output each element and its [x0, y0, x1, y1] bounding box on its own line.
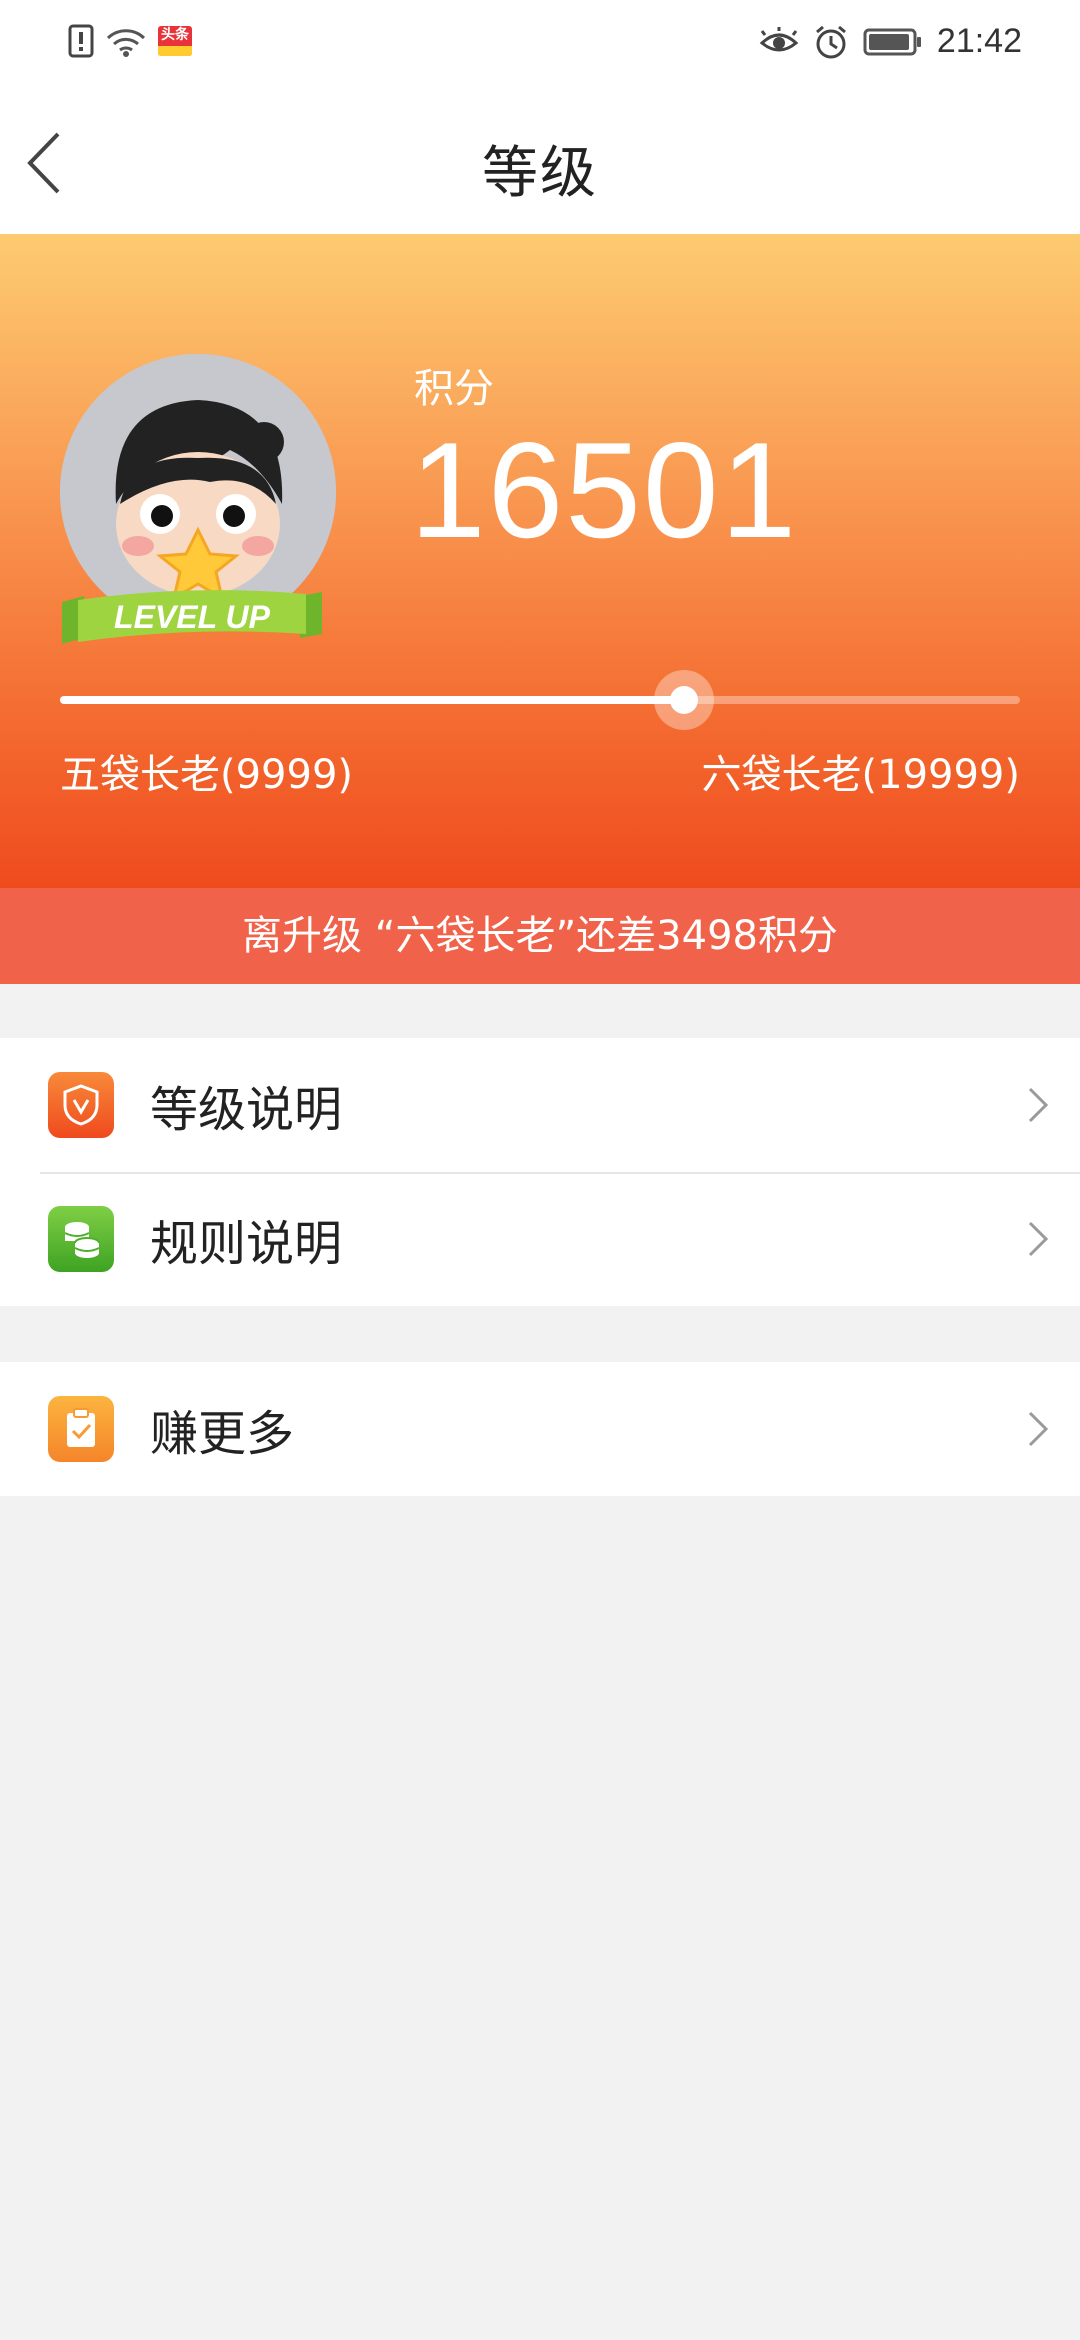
app-bar: 等级 — [0, 92, 1080, 234]
toutiao-app-icon: 头条 — [158, 26, 192, 56]
chevron-right-icon — [1028, 1411, 1049, 1447]
menu-item-label: 赚更多 — [150, 1406, 295, 1462]
menu-item-rules-explanation[interactable]: 规则说明 — [0, 1172, 1080, 1306]
level-progress-bar — [60, 670, 1020, 730]
page-title: 等级 — [482, 141, 598, 206]
points-value: 16501 — [410, 414, 799, 566]
wifi-icon — [106, 29, 146, 57]
progress-knob — [654, 670, 715, 730]
level-up-ribbon: LEVEL UP — [62, 590, 322, 644]
status-right-icons: 21:42 — [759, 22, 1022, 61]
next-level-label: 六袋长老(19999) — [701, 752, 1020, 798]
menu-item-level-explanation[interactable]: 等级说明 — [0, 1038, 1080, 1172]
coins-icon — [48, 1206, 114, 1272]
menu-group-info: 等级说明 规则说明 — [0, 1038, 1080, 1306]
status-left-icons: 头条 — [68, 24, 192, 58]
alert-icon — [68, 24, 94, 58]
upgrade-message: 离升级 “六袋长老”还差3498积分 — [0, 888, 1080, 984]
toutiao-badge-text: 头条 — [161, 27, 189, 43]
status-bar: 头条 21:42 — [0, 0, 1080, 92]
menu-group-earn: 赚更多 — [0, 1362, 1080, 1496]
shield-v-icon — [48, 1072, 114, 1138]
current-level-label: 五袋长老(9999) — [60, 752, 354, 798]
level-up-text: LEVEL UP — [114, 599, 271, 635]
alarm-icon — [815, 25, 846, 58]
eye-icon — [759, 26, 799, 51]
menu-item-label: 等级说明 — [150, 1082, 343, 1138]
menu-item-earn-more[interactable]: 赚更多 — [0, 1362, 1080, 1496]
menu-item-label: 规则说明 — [150, 1216, 343, 1272]
points-label: 积分 — [414, 366, 494, 412]
progress-fill — [60, 696, 685, 704]
status-time: 21:42 — [936, 22, 1022, 60]
battery-icon — [863, 28, 921, 55]
clipboard-check-icon — [48, 1396, 114, 1462]
level-hero: LEVEL UP 积分 16501 五袋长老(9999) 六袋长老(19999) — [0, 234, 1080, 888]
chevron-right-icon — [1028, 1221, 1049, 1257]
chevron-right-icon — [1028, 1087, 1049, 1123]
